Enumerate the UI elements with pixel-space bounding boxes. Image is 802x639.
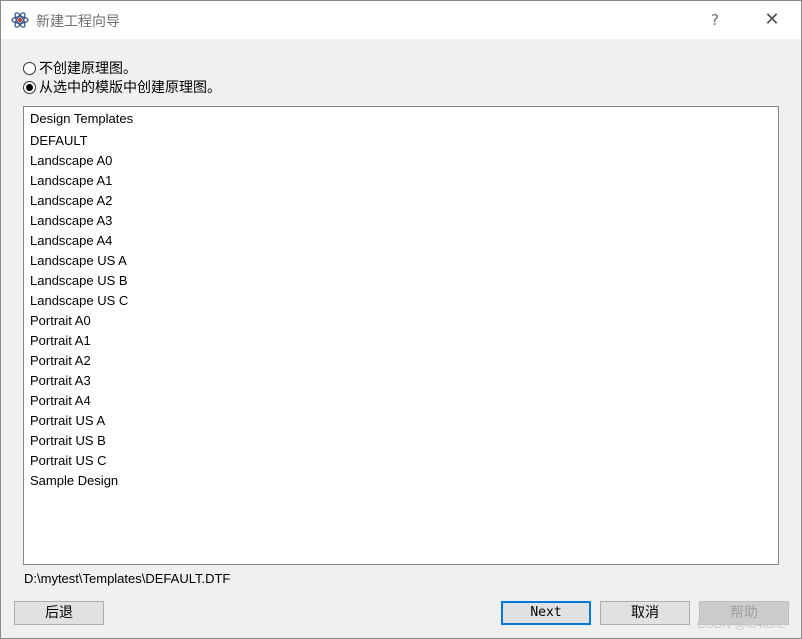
list-item[interactable]: Portrait US C bbox=[30, 451, 107, 471]
atom-icon bbox=[11, 11, 29, 29]
next-button[interactable]: Next bbox=[501, 601, 591, 625]
help-question-button[interactable]: ? bbox=[703, 9, 727, 31]
option-label: 不创建原理图。 bbox=[39, 61, 137, 77]
list-item[interactable]: Portrait A1 bbox=[30, 331, 91, 351]
radio-button[interactable] bbox=[23, 61, 36, 75]
list-item[interactable]: Portrait US B bbox=[30, 431, 106, 451]
radio-button-checked[interactable] bbox=[23, 80, 36, 94]
cancel-button[interactable]: 取消 bbox=[600, 601, 690, 625]
list-item[interactable]: Landscape US C bbox=[30, 291, 128, 311]
list-header: Design Templates bbox=[30, 111, 134, 126]
list-item[interactable]: Portrait A2 bbox=[30, 351, 91, 371]
option-no-schematic[interactable]: 不创建原理图。 bbox=[23, 59, 137, 77]
close-button[interactable]: ✕ bbox=[759, 9, 785, 31]
back-button[interactable]: 后退 bbox=[14, 601, 104, 625]
list-item[interactable]: Portrait A3 bbox=[30, 371, 91, 391]
list-item[interactable]: Landscape A3 bbox=[30, 211, 112, 231]
template-listbox[interactable]: Design Templates DEFAULT Landscape A0 La… bbox=[23, 106, 779, 565]
list-item[interactable]: Landscape A0 bbox=[30, 151, 112, 171]
list-item[interactable]: Landscape US B bbox=[30, 271, 128, 291]
list-item[interactable]: Sample Design bbox=[30, 471, 118, 491]
new-project-wizard-dialog: 新建工程向导 ? ✕ 不创建原理图。 从选中的模版中创建原理图。 Design … bbox=[0, 0, 802, 639]
watermark-text: CSDN @la4tone bbox=[697, 617, 786, 631]
window-title: 新建工程向导 bbox=[36, 14, 120, 30]
list-item[interactable]: Landscape A1 bbox=[30, 171, 112, 191]
option-from-template[interactable]: 从选中的模版中创建原理图。 bbox=[23, 78, 221, 96]
list-item[interactable]: Landscape US A bbox=[30, 251, 127, 271]
option-label: 从选中的模版中创建原理图。 bbox=[39, 80, 221, 96]
list-item[interactable]: Portrait A4 bbox=[30, 391, 91, 411]
list-item[interactable]: Portrait US A bbox=[30, 411, 105, 431]
list-item[interactable]: Landscape A2 bbox=[30, 191, 112, 211]
list-item[interactable]: DEFAULT bbox=[30, 131, 88, 151]
list-item[interactable]: Portrait A0 bbox=[30, 311, 91, 331]
list-item[interactable]: Landscape A4 bbox=[30, 231, 112, 251]
title-bar: 新建工程向导 ? ✕ bbox=[1, 1, 801, 39]
selected-template-path: D:\mytest\Templates\DEFAULT.DTF bbox=[24, 571, 231, 586]
